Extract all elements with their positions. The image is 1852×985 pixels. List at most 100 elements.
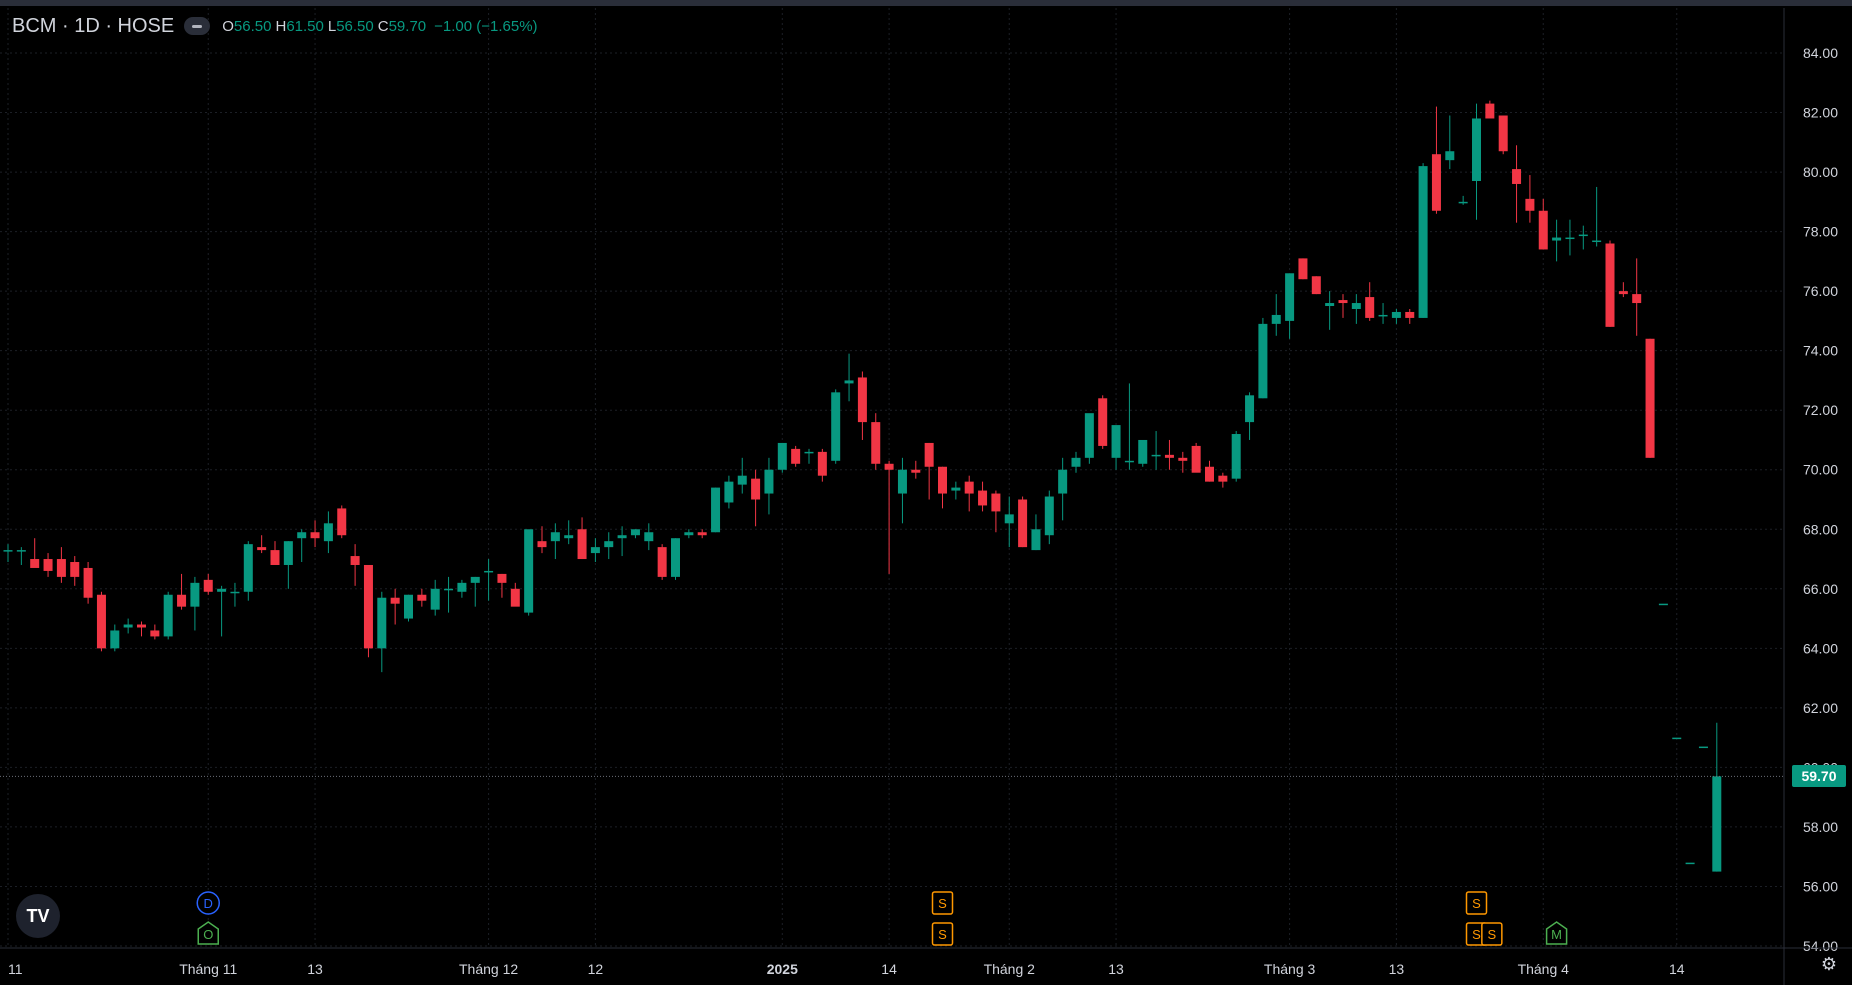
candle-body[interactable] [1245,395,1255,423]
candle-body[interactable] [991,493,1001,512]
candle-body[interactable] [1004,514,1014,524]
candle-body[interactable] [804,451,814,454]
candle-body[interactable] [1365,297,1375,318]
candle-body[interactable] [470,576,480,583]
candle-body[interactable] [577,529,587,560]
candle-body[interactable] [337,508,347,536]
candle-body[interactable] [1658,603,1668,606]
candle-body[interactable] [1311,276,1321,295]
candle-body[interactable] [590,547,600,554]
candle-body[interactable] [831,392,841,461]
candle-body[interactable] [684,532,694,536]
candle-body[interactable] [1258,323,1268,399]
candle-body[interactable] [1124,460,1134,463]
candle-body[interactable] [1098,398,1108,446]
candle-body[interactable] [283,541,293,565]
candle-body[interactable] [30,559,40,568]
candle-body[interactable] [1178,457,1188,461]
candle-body[interactable] [1044,496,1054,536]
candle-body[interactable] [791,448,801,464]
candle-body[interactable] [1552,237,1562,241]
candle-body[interactable] [1445,151,1455,161]
candle-body[interactable] [1418,166,1428,318]
candle-body[interactable] [230,591,240,594]
candle-body[interactable] [1298,258,1308,280]
candle-body[interactable] [1205,466,1214,482]
candle-body[interactable] [150,630,160,637]
candle-body[interactable] [257,547,267,551]
candle-body[interactable] [417,594,427,601]
candle-body[interactable] [604,541,614,548]
candle-body[interactable] [1485,103,1495,119]
legend-collapse-toggle[interactable] [184,17,211,35]
candle-body[interactable] [524,529,534,613]
candle-body[interactable] [1712,776,1722,872]
candle-body[interactable] [1512,169,1522,184]
candle-body[interactable] [1698,746,1708,749]
candle-body[interactable] [1338,300,1348,304]
symbol-title[interactable]: BCM · 1D · HOSE [12,15,174,38]
candle-body[interactable] [110,630,120,649]
candle-body[interactable] [1378,314,1388,317]
candle-body[interactable] [697,532,707,536]
candle-body[interactable] [817,451,827,476]
candle-body[interactable] [297,532,307,539]
candle-body[interactable] [1618,291,1628,295]
candle-body[interactable] [924,442,934,467]
candle-body[interactable] [964,481,974,494]
candle-body[interactable] [711,487,721,533]
candle-body[interactable] [363,564,373,649]
candle-body[interactable] [1431,154,1441,211]
candle-body[interactable] [1058,469,1068,494]
candle-body[interactable] [951,487,961,491]
candle-body[interactable] [1645,338,1655,458]
candle-body[interactable] [1138,439,1148,464]
candle-body[interactable] [323,523,333,542]
candle-body[interactable] [163,594,173,637]
candle-body[interactable] [844,380,854,384]
candle-body[interactable] [377,597,387,649]
candle-body[interactable] [1538,210,1548,250]
candle-body[interactable] [1405,311,1415,318]
candle-body[interactable] [444,588,454,591]
tradingview-logo[interactable]: TV [16,894,60,938]
candle-body[interactable] [857,377,867,423]
candle-body[interactable] [978,490,988,506]
candle-body[interactable] [310,532,320,539]
candle-body[interactable] [190,582,200,607]
candle-body[interactable] [70,562,80,577]
candle-body[interactable] [243,544,253,592]
candle-body[interactable] [1151,454,1161,457]
candle-body[interactable] [1031,529,1041,551]
candle-body[interactable] [911,469,921,473]
candle-body[interactable] [137,624,146,628]
candle-body[interactable] [751,478,761,500]
candle-body[interactable] [1111,425,1121,458]
candle-body[interactable] [390,597,400,604]
candle-body[interactable] [203,579,213,592]
candle-body[interactable] [484,570,494,573]
candle-body[interactable] [1498,115,1508,152]
candle-body[interactable] [671,538,680,577]
candle-body[interactable] [1084,413,1094,458]
candle-body[interactable] [43,559,53,571]
candle-body[interactable] [537,541,547,548]
candle-body[interactable] [96,594,106,649]
candle-body[interactable] [1525,198,1535,211]
candle-body[interactable] [1592,240,1602,243]
candle-body[interactable] [657,547,667,577]
candle-body[interactable] [737,475,747,485]
candle-body[interactable] [1672,737,1682,740]
candle-body[interactable] [1164,454,1174,458]
candle-body[interactable] [630,529,640,536]
candle-body[interactable] [1632,294,1642,304]
candle-body[interactable] [1285,273,1295,321]
candle-body[interactable] [1071,457,1081,467]
candle-body[interactable] [350,556,360,565]
candle-body[interactable] [510,588,520,607]
candle-body[interactable] [1325,303,1335,307]
candle-body[interactable] [617,535,627,539]
candle-body[interactable] [1218,475,1228,482]
candle-body[interactable] [497,573,507,583]
candle-body[interactable] [884,463,894,470]
